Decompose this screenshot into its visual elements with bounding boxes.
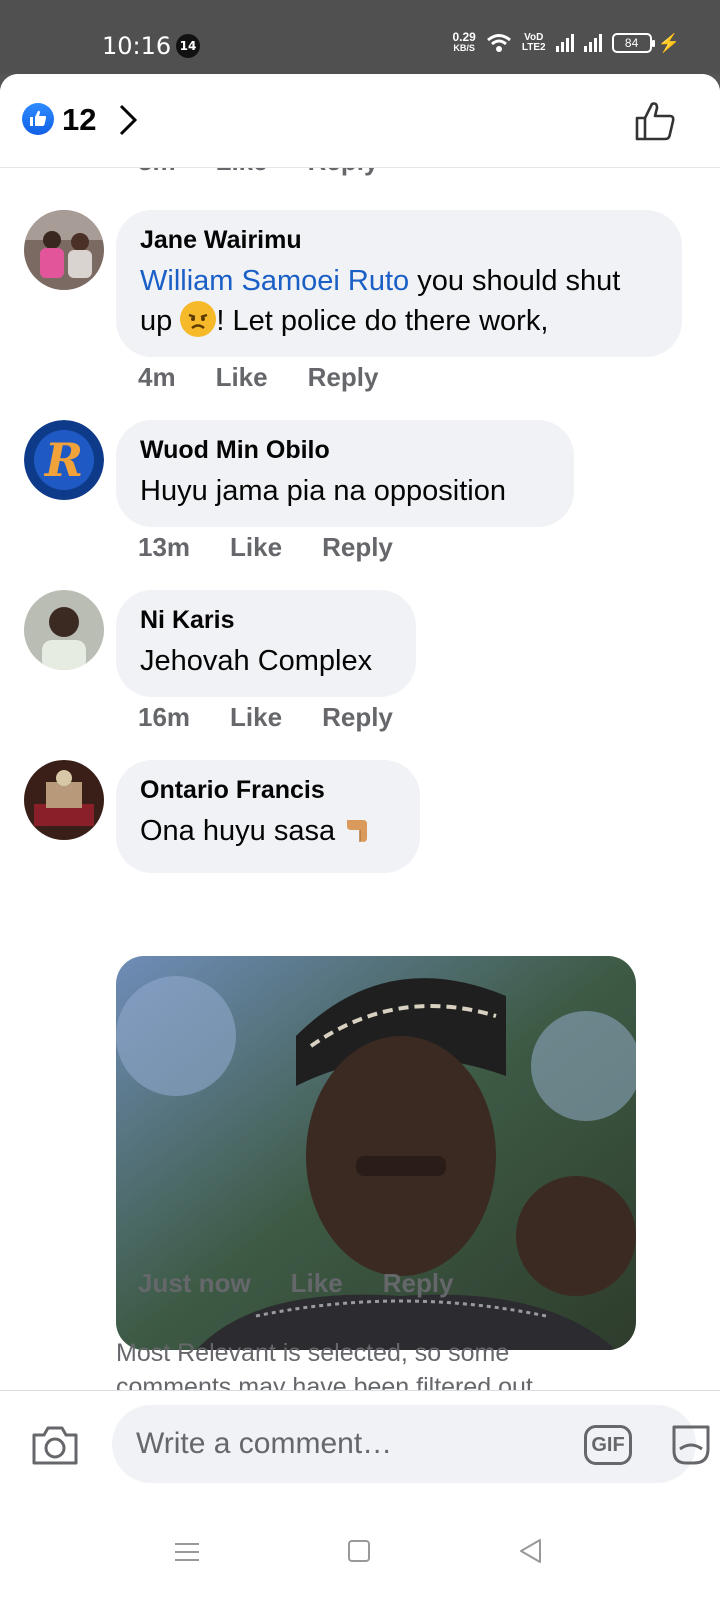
home-icon[interactable] [348,1540,370,1562]
like-link[interactable]: Like [230,702,282,733]
comment-input-placeholder: Write a comment… [136,1427,393,1460]
comment-text: Jehovah Complex [140,645,373,677]
comment-bubble[interactable]: Wuod Min Obilo Huyu jama pia na oppositi… [116,420,574,527]
reply-link[interactable]: Reply [308,168,379,177]
avatar[interactable] [24,210,104,290]
comment-time: Just now [138,1268,251,1298]
network-speed: 0.29 KB/S [452,30,476,53]
angry-face-emoji-icon [180,301,217,337]
svg-text:R: R [43,433,83,487]
system-nav-bar [0,1500,720,1600]
comments-sheet: 12 3m Like Reply Jane Wairimu Willia [0,74,720,1600]
comment-author[interactable]: Ni Karis [140,606,392,635]
comment-actions: 4m Like Reply [138,362,418,393]
menu-icon[interactable] [175,1542,199,1562]
sticker-icon[interactable] [666,1419,716,1469]
reply-link[interactable]: Reply [322,702,393,733]
comment-input[interactable]: Write a comment… GIF [112,1405,710,1483]
camera-icon[interactable] [30,1423,80,1467]
comment-time: 13m [138,532,191,562]
like-link[interactable]: Like [291,1268,343,1299]
gif-button[interactable]: GIF [584,1425,632,1465]
like-button-icon[interactable] [634,100,676,142]
mention-link[interactable]: William Samoei Ruto [140,265,409,297]
avatar[interactable] [24,590,104,670]
reply-link[interactable]: Reply [308,362,379,393]
reply-link[interactable]: Reply [383,1268,454,1299]
comment-composer: Write a comment… GIF [0,1390,720,1500]
comment-actions: 13m Like Reply [138,532,433,563]
comment-author[interactable]: Ontario Francis [140,776,396,805]
comment-actions: 3m Like Reply [138,168,418,177]
comment-bubble[interactable]: Jane Wairimu William Samoei Ruto you sho… [116,210,682,357]
comment-bubble[interactable]: Ontario Francis Ona huyu sasa [116,760,420,873]
comment-text: William Samoei Ruto you should shut up ! … [140,265,621,337]
comment-actions: 16m Like Reply [138,702,433,733]
avatar[interactable] [24,760,104,840]
comment-bubble[interactable]: Ni Karis Jehovah Complex [116,590,416,697]
signal-icon-2 [583,34,602,52]
back-icon[interactable] [518,1538,542,1564]
battery-icon: 84 [611,33,655,53]
avatar[interactable]: R [24,420,104,500]
comment-actions: Just now Like Reply [138,1268,494,1299]
comment-time: 16m [138,702,191,732]
comment-author[interactable]: Jane Wairimu [140,226,658,255]
comment-time: 4m [138,362,176,392]
relevance-note: Most Relevant is selected, so some comme… [116,1339,540,1390]
comment-list[interactable]: 3m Like Reply Jane Wairimu William Samoe… [0,168,720,1390]
like-link[interactable]: Like [216,168,268,177]
like-link[interactable]: Like [216,362,268,393]
volte-indicator: VoD LTE2 [521,32,546,53]
charging-icon: ⚡ [657,32,680,53]
comment-time: 3m [138,168,176,177]
signal-icon [555,34,574,52]
reaction-count[interactable]: 12 [62,102,96,138]
like-link[interactable]: Like [230,532,282,563]
pointing-down-hand-icon [343,812,377,857]
comment-text: Ona huyu sasa [140,811,396,857]
status-bar: 10:16 14 0.29 KB/S VoD LTE2 84 ⚡ [0,0,720,74]
reply-link[interactable]: Reply [322,532,393,563]
chevron-right-icon[interactable] [118,104,138,136]
relevance-note-container: Most Relevant is selected, so some comme… [0,1332,720,1390]
comment-text: Huyu jama pia na opposition [140,475,506,507]
wifi-icon [486,34,511,52]
like-reaction-icon [22,103,54,135]
reactions-header: 12 [0,74,720,168]
comment-author[interactable]: Wuod Min Obilo [140,436,550,465]
notification-count-badge: 14 [176,34,200,58]
status-time: 10:16 [102,32,172,60]
